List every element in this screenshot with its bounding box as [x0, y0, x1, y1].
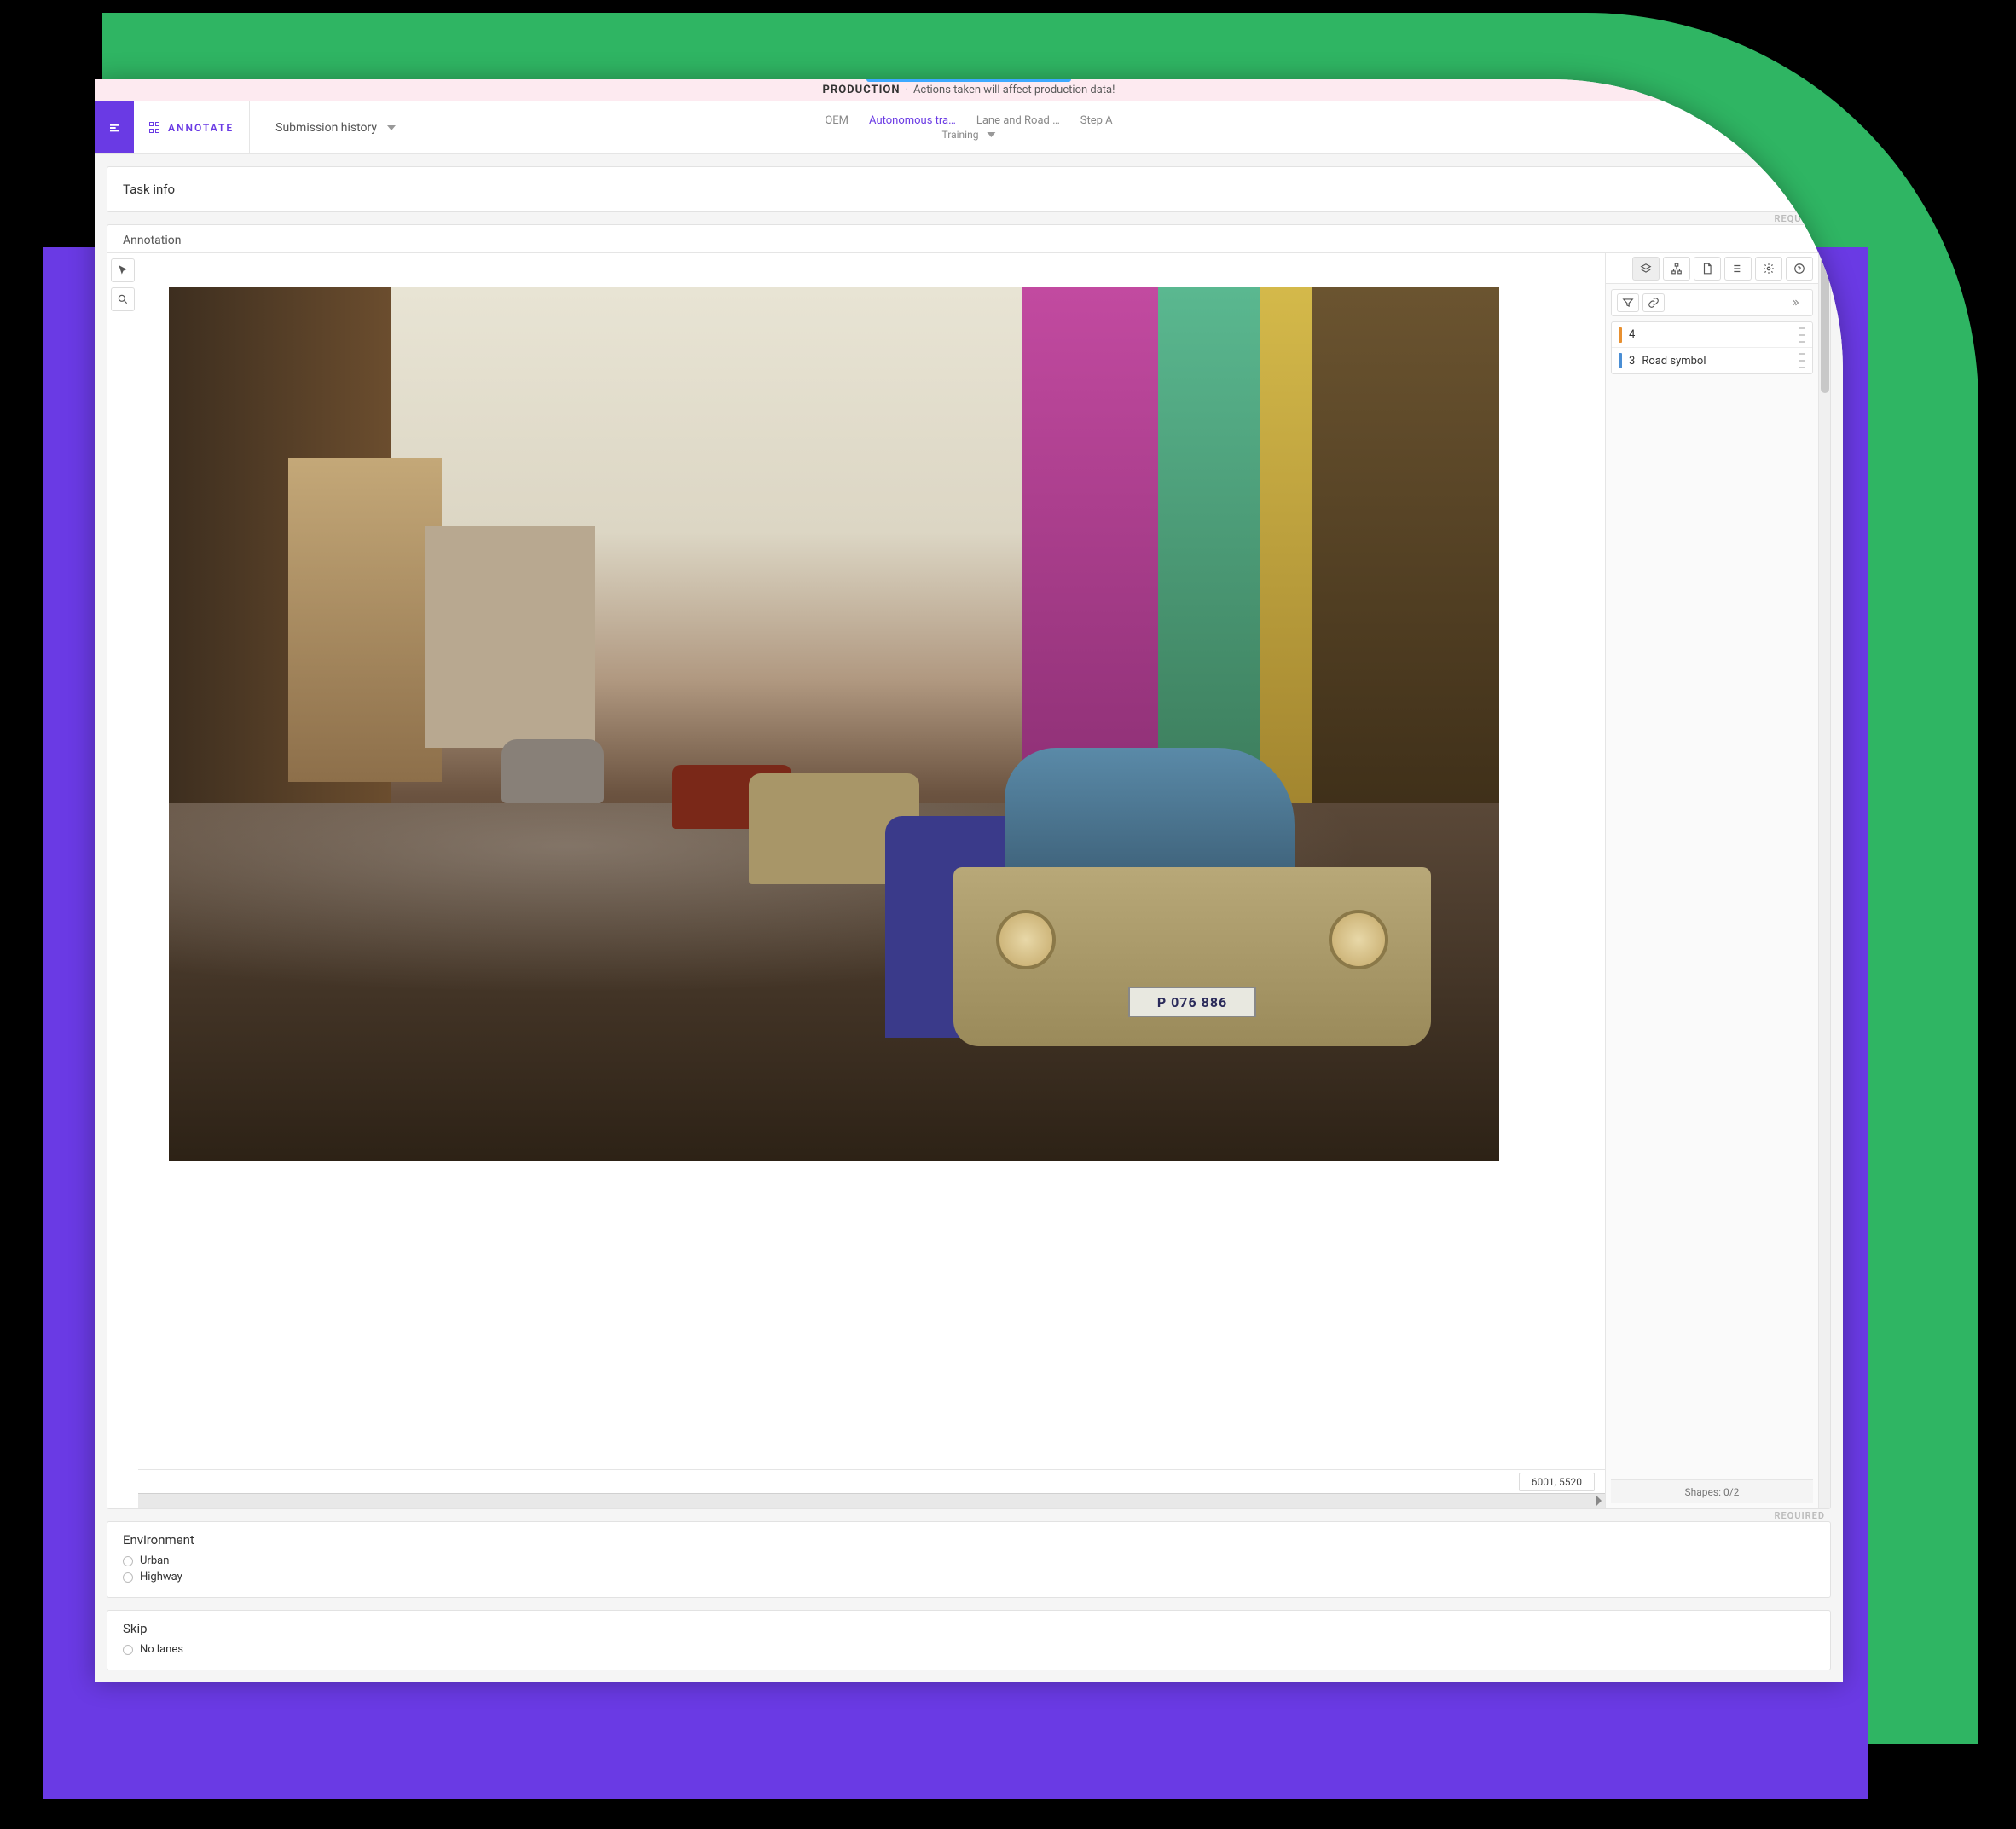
hierarchy-icon[interactable]: [1663, 257, 1690, 281]
left-toolbar: [107, 253, 138, 1508]
file-icon[interactable]: [1694, 257, 1721, 281]
breadcrumb-lane-road[interactable]: Lane and Road …: [976, 114, 1060, 127]
app-logo[interactable]: [95, 101, 134, 153]
radio-icon: [123, 1572, 133, 1583]
image-building: [288, 458, 442, 782]
content-area: Task info REQUIRED Annotation: [95, 154, 1843, 1682]
env-option-highway[interactable]: Highway: [123, 1571, 1815, 1583]
required-tag: REQUIRED: [1774, 213, 1825, 224]
coordinates-readout: 6001, 5520: [1519, 1473, 1595, 1491]
breadcrumb-autonomous[interactable]: Autonomous tra…: [869, 114, 956, 127]
env-option-label: Urban: [140, 1554, 169, 1567]
annotation-image[interactable]: P 076 886: [169, 287, 1499, 1161]
link-icon[interactable]: [1642, 293, 1665, 312]
list-icon[interactable]: [1724, 257, 1752, 281]
right-panel: 4 3 Road symbol Shapes: 0/2: [1605, 253, 1818, 1508]
skip-title: Skip: [123, 1621, 1815, 1636]
horizontal-scrollbar[interactable]: [138, 1493, 1605, 1508]
skip-option-no-lanes[interactable]: No lanes: [123, 1643, 1815, 1656]
submission-history-label: Submission history: [275, 121, 377, 135]
env-option-urban[interactable]: Urban: [123, 1554, 1815, 1567]
annotation-panel: REQUIRED Annotation: [107, 224, 1831, 1509]
breadcrumbs: OEM Autonomous tra… Lane and Road … Step…: [825, 101, 1112, 153]
shapes-counter: Shapes: 0/2: [1611, 1479, 1813, 1503]
breadcrumb-oem[interactable]: OEM: [825, 114, 849, 127]
instance-color-swatch: [1619, 327, 1622, 343]
instance-color-swatch: [1619, 353, 1622, 368]
image-building: [425, 526, 595, 748]
chevron-right-icon: [1806, 182, 1821, 197]
env-option-label: Highway: [140, 1571, 182, 1583]
gear-icon[interactable]: [1755, 257, 1782, 281]
grid-icon: [149, 122, 161, 134]
reorder-handle-icon[interactable]: [1799, 327, 1805, 343]
image-car-foreground: P 076 886: [953, 748, 1431, 1097]
annotation-body: P 076 886 6001, 5520: [107, 252, 1830, 1508]
banner-divider: ·: [906, 84, 908, 96]
topbar: ANNOTATE Submission history OEM Autonomo…: [95, 101, 1843, 154]
instance-list: 4 3 Road symbol: [1611, 321, 1813, 374]
instance-row[interactable]: 4: [1612, 322, 1812, 348]
breadcrumb-step-a[interactable]: Step A: [1080, 114, 1113, 127]
filter-row: [1611, 289, 1813, 316]
caret-down-icon: [987, 132, 995, 137]
caret-down-icon: [387, 125, 396, 130]
required-tag: REQUIRED: [1774, 1510, 1825, 1521]
task-info-panel[interactable]: Task info: [107, 166, 1831, 212]
coordinate-bar: 6001, 5520: [138, 1469, 1605, 1493]
pointer-tool[interactable]: [111, 258, 135, 282]
right-toolbar: [1606, 253, 1818, 284]
zoom-tool[interactable]: [111, 287, 135, 311]
reorder-handle-icon[interactable]: [1799, 353, 1805, 368]
radio-icon: [123, 1556, 133, 1566]
skip-option-label: No lanes: [140, 1643, 183, 1656]
breadcrumb-sub-training[interactable]: Training: [942, 129, 979, 141]
canvas-wrap: P 076 886 6001, 5520: [138, 253, 1605, 1508]
task-info-title: Task info: [123, 182, 175, 197]
collapse-panel-icon[interactable]: [1783, 292, 1807, 313]
environment-title: Environment: [123, 1532, 1815, 1548]
canvas-viewport[interactable]: P 076 886: [138, 253, 1605, 1469]
annotation-title: Annotation: [107, 225, 1830, 252]
annotate-label: ANNOTATE: [168, 122, 234, 134]
submission-history-dropdown[interactable]: Submission history: [250, 101, 421, 153]
filter-icon[interactable]: [1617, 293, 1639, 312]
layers-icon[interactable]: [1632, 257, 1660, 281]
instance-row[interactable]: 3 Road symbol: [1612, 348, 1812, 373]
instance-label: Road symbol: [1642, 355, 1706, 368]
radio-icon: [123, 1645, 133, 1655]
instance-number: 4: [1629, 328, 1635, 341]
scrollbar-thumb[interactable]: [1821, 257, 1829, 393]
annotate-mode-badge[interactable]: ANNOTATE: [134, 101, 250, 153]
environment-panel: REQUIRED Environment Urban Highway: [107, 1521, 1831, 1598]
production-banner: PRODUCTION · Actions taken will affect p…: [95, 79, 1843, 101]
production-label: PRODUCTION: [823, 84, 901, 96]
production-warning: Actions taken will affect production dat…: [913, 84, 1115, 96]
skip-panel: Skip No lanes: [107, 1610, 1831, 1670]
license-plate: P 076 886: [1128, 987, 1256, 1017]
instance-number: 3: [1629, 355, 1635, 368]
vertical-scrollbar[interactable]: [1818, 253, 1830, 1508]
app-window: PRODUCTION · Actions taken will affect p…: [95, 79, 1843, 1682]
image-car: [501, 739, 604, 803]
top-accent-bar: [866, 79, 1071, 82]
help-icon[interactable]: [1786, 257, 1813, 281]
